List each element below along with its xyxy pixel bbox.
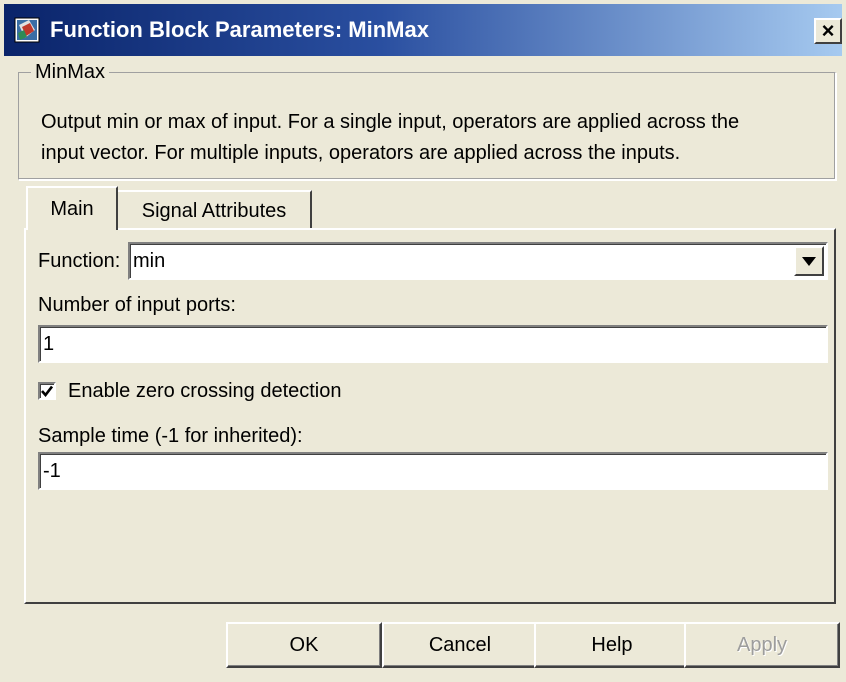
cancel-button[interactable]: Cancel — [382, 622, 538, 668]
sample-time-label: Sample time (-1 for inherited): — [38, 425, 303, 447]
description-line-2: input vector. For multiple inputs, opera… — [41, 142, 681, 164]
ok-button[interactable]: OK — [226, 622, 382, 668]
tab-main[interactable]: Main — [26, 186, 118, 230]
chevron-down-icon — [802, 256, 816, 266]
function-label: Function: — [38, 250, 121, 272]
help-button[interactable]: Help — [534, 622, 690, 668]
input-ports-label: Number of input ports: — [38, 294, 236, 316]
window-title: Function Block Parameters: MinMax — [50, 17, 429, 42]
dialog-window: Function Block Parameters: MinMax × MinM… — [0, 0, 846, 682]
block-description: Output min or max of input. For a single… — [41, 107, 821, 169]
group-title: MinMax — [31, 60, 110, 84]
zero-crossing-checkbox[interactable] — [38, 382, 56, 400]
input-ports-field[interactable]: 1 — [38, 325, 828, 363]
sample-time-field[interactable]: -1 — [38, 452, 828, 490]
function-value: min — [133, 250, 166, 272]
simulink-block-icon — [14, 17, 40, 43]
title-bar[interactable]: Function Block Parameters: MinMax × — [4, 4, 842, 56]
checkmark-icon — [41, 385, 53, 397]
apply-button[interactable]: Apply — [684, 622, 840, 668]
block-description-group: MinMax Output min or max of input. For a… — [18, 60, 836, 180]
dropdown-arrow-button[interactable] — [794, 246, 824, 276]
tab-signal-attributes[interactable]: Signal Attributes — [118, 190, 312, 228]
main-tab-panel: Function: min Number of input ports: 1 E… — [24, 228, 836, 604]
close-button[interactable]: × — [814, 18, 842, 44]
close-icon: × — [821, 18, 835, 43]
description-line-1: Output min or max of input. For a single… — [41, 111, 740, 133]
zero-crossing-label[interactable]: Enable zero crossing detection — [68, 379, 342, 403]
function-select[interactable]: min — [128, 242, 828, 280]
